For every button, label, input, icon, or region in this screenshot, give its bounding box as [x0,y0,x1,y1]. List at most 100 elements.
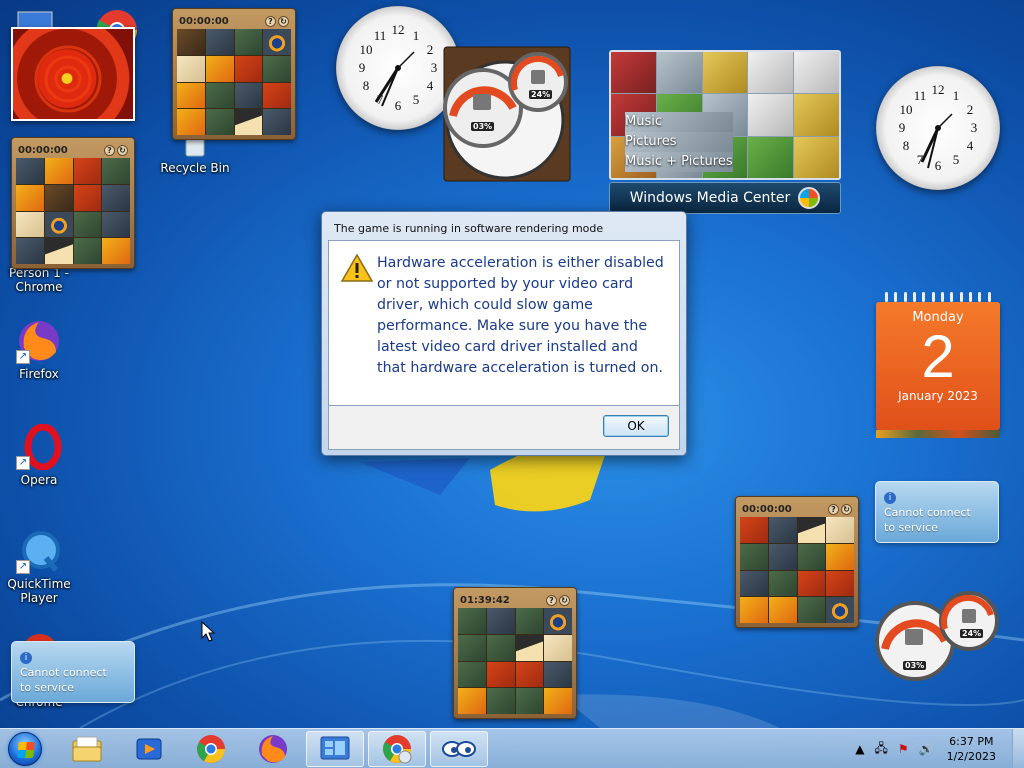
chrome-profile-icon [383,734,412,763]
start-button[interactable] [4,729,46,768]
media-center-gadget[interactable]: Music Pictures Music + Pictures Windows … [609,50,841,214]
quicktime-icon-item[interactable]: ↗ QuickTime Player [4,528,74,605]
opera-icon-item[interactable]: ↗ Opera [4,423,74,487]
taskbar-firefox-button[interactable] [244,731,302,767]
svg-text:9: 9 [359,60,366,75]
ok-button[interactable]: OK [603,415,669,437]
firefox-icon-item[interactable]: ↗ Firefox [4,318,74,381]
media-menu-music-pictures[interactable]: Music + Pictures [625,152,733,172]
svg-text:11: 11 [374,28,387,43]
warning-icon [340,253,377,405]
show-hidden-icons-icon[interactable]: ▲ [855,742,864,756]
mouse-cursor-icon [201,621,216,642]
clock-face: 12 123 4567 891011 [359,22,438,113]
chrome-profile-label: Person 1 - Chrome [9,266,69,294]
picture-puzzle-gadget[interactable]: 00:00:00 ? ↻ [11,137,135,269]
desktop: Recycle Bin Person 1 - Chrome ↗ Firefox … [0,0,1024,728]
svg-text:5: 5 [413,92,420,107]
picture-puzzle-gadget[interactable]: 00:00:00 ? ↻ [735,496,859,628]
tray-time: 6:37 PM [949,735,994,748]
memory-usage-label: 24% [960,629,984,638]
folder-icon [72,736,102,761]
feed-headlines-gadget[interactable]: i Cannot connect to service [11,641,135,703]
firefox-icon [259,734,287,763]
svg-text:4: 4 [967,138,974,153]
svg-text:10: 10 [360,42,373,57]
calendar-weekday: Monday [912,310,964,325]
cpu-usage-label: 03% [903,661,927,670]
puzzle-help-icon[interactable]: ? [546,594,557,606]
shortcut-arrow-icon: ↗ [16,350,30,364]
puzzle-timer: 00:00:00 [742,503,792,515]
cpu-meter-graphic [443,46,571,182]
svg-text:6: 6 [935,158,942,173]
calendar-day: 2 [921,323,955,390]
windows-logo-icon [798,187,821,209]
media-menu-pictures[interactable]: Pictures [625,132,733,152]
taskbar-chrome-button[interactable] [182,731,240,767]
puzzle-timer: 00:00:00 [18,144,68,156]
flower-photo [34,45,102,113]
opera-icon: ↗ [16,423,62,471]
svg-text:1: 1 [953,88,960,103]
puzzle-shuffle-icon[interactable]: ↻ [278,15,289,27]
svg-text:3: 3 [431,60,438,75]
software-rendering-dialog: The game is running in software renderin… [321,211,687,456]
calendar-rings [876,292,1000,302]
quicktime-icon: ↗ [16,528,62,574]
svg-text:2: 2 [967,102,974,117]
puzzle-timer: 01:39:42 [460,594,510,606]
media-center-title: Windows Media Center [629,190,791,206]
tray-clock[interactable]: 6:37 PM 1/2/2023 [947,734,996,764]
feed-headlines-gadget[interactable]: i Cannot connect to service [875,481,999,543]
svg-text:2: 2 [427,42,434,57]
svg-text:12: 12 [392,22,405,37]
shortcut-arrow-icon: ↗ [16,560,30,574]
dialog-title: The game is running in software renderin… [334,222,604,235]
taskbar-gadgets-button[interactable] [306,730,364,767]
svg-text:6: 6 [395,98,402,113]
svg-text:8: 8 [903,138,910,153]
media-menu-music[interactable]: Music [625,112,733,132]
taskbar-media-player-button[interactable] [120,731,178,767]
quicktime-label: QuickTime Player [7,577,71,605]
svg-text:5: 5 [953,152,960,167]
picture-puzzle-gadget[interactable]: 01:39:42 ? ↻ [453,587,577,719]
svg-text:11: 11 [914,88,927,103]
clock-gadget[interactable]: 12 1 2 3 4567 8 9 10 11 [876,66,1000,190]
puzzle-shuffle-icon[interactable]: ↻ [117,144,128,156]
dialog-message: Hardware acceleration is either disabled… [377,255,664,376]
shortcut-arrow-icon: ↗ [16,456,30,470]
slideshow-gadget[interactable] [11,27,135,121]
puzzle-grid[interactable] [458,608,572,714]
system-tray: ▲ 🖧 ⚑ 🔊 6:37 PM 1/2/2023 [850,729,1024,768]
picture-puzzle-gadget[interactable]: 00:00:00 ? ↻ [172,8,296,140]
media-center-title-bar[interactable]: Windows Media Center [609,182,841,214]
puzzle-help-icon[interactable]: ? [104,144,115,156]
puzzle-shuffle-icon[interactable]: ↻ [841,503,852,515]
tray-date: 1/2/2023 [946,750,996,763]
calendar-gadget[interactable]: Monday 2 January 2023 [876,292,1000,438]
puzzle-grid[interactable] [740,517,854,623]
clock-gadget[interactable]: 12 1 2 3 4567 8 9 10 11 [336,6,460,130]
svg-text:10: 10 [900,102,913,117]
cpu-meter-gadget[interactable]: 03% 24% [875,589,999,683]
puzzle-shuffle-icon[interactable]: ↻ [559,594,570,606]
cpu-meter-gadget[interactable]: 03% 24% [443,46,571,182]
puzzle-help-icon[interactable]: ? [828,503,839,515]
svg-text:3: 3 [971,120,978,135]
taskbar-explorer-button[interactable] [58,731,116,767]
taskbar-game-button[interactable] [430,730,488,767]
volume-icon[interactable]: 🔊 [919,742,934,756]
firefox-icon: ↗ [16,318,62,364]
calendar-strip [876,430,1000,438]
calendar-page: Monday 2 January 2023 [876,302,1000,430]
puzzle-grid[interactable] [177,29,291,135]
taskbar-chrome-profile-button[interactable] [368,730,426,767]
media-center-tiles: Music Pictures Music + Pictures [609,50,841,180]
network-icon[interactable]: 🖧 [874,739,887,760]
puzzle-grid[interactable] [16,158,130,264]
show-desktop-button[interactable] [1012,729,1024,768]
puzzle-help-icon[interactable]: ? [265,15,276,27]
action-center-flag-icon[interactable]: ⚑ [898,742,909,756]
